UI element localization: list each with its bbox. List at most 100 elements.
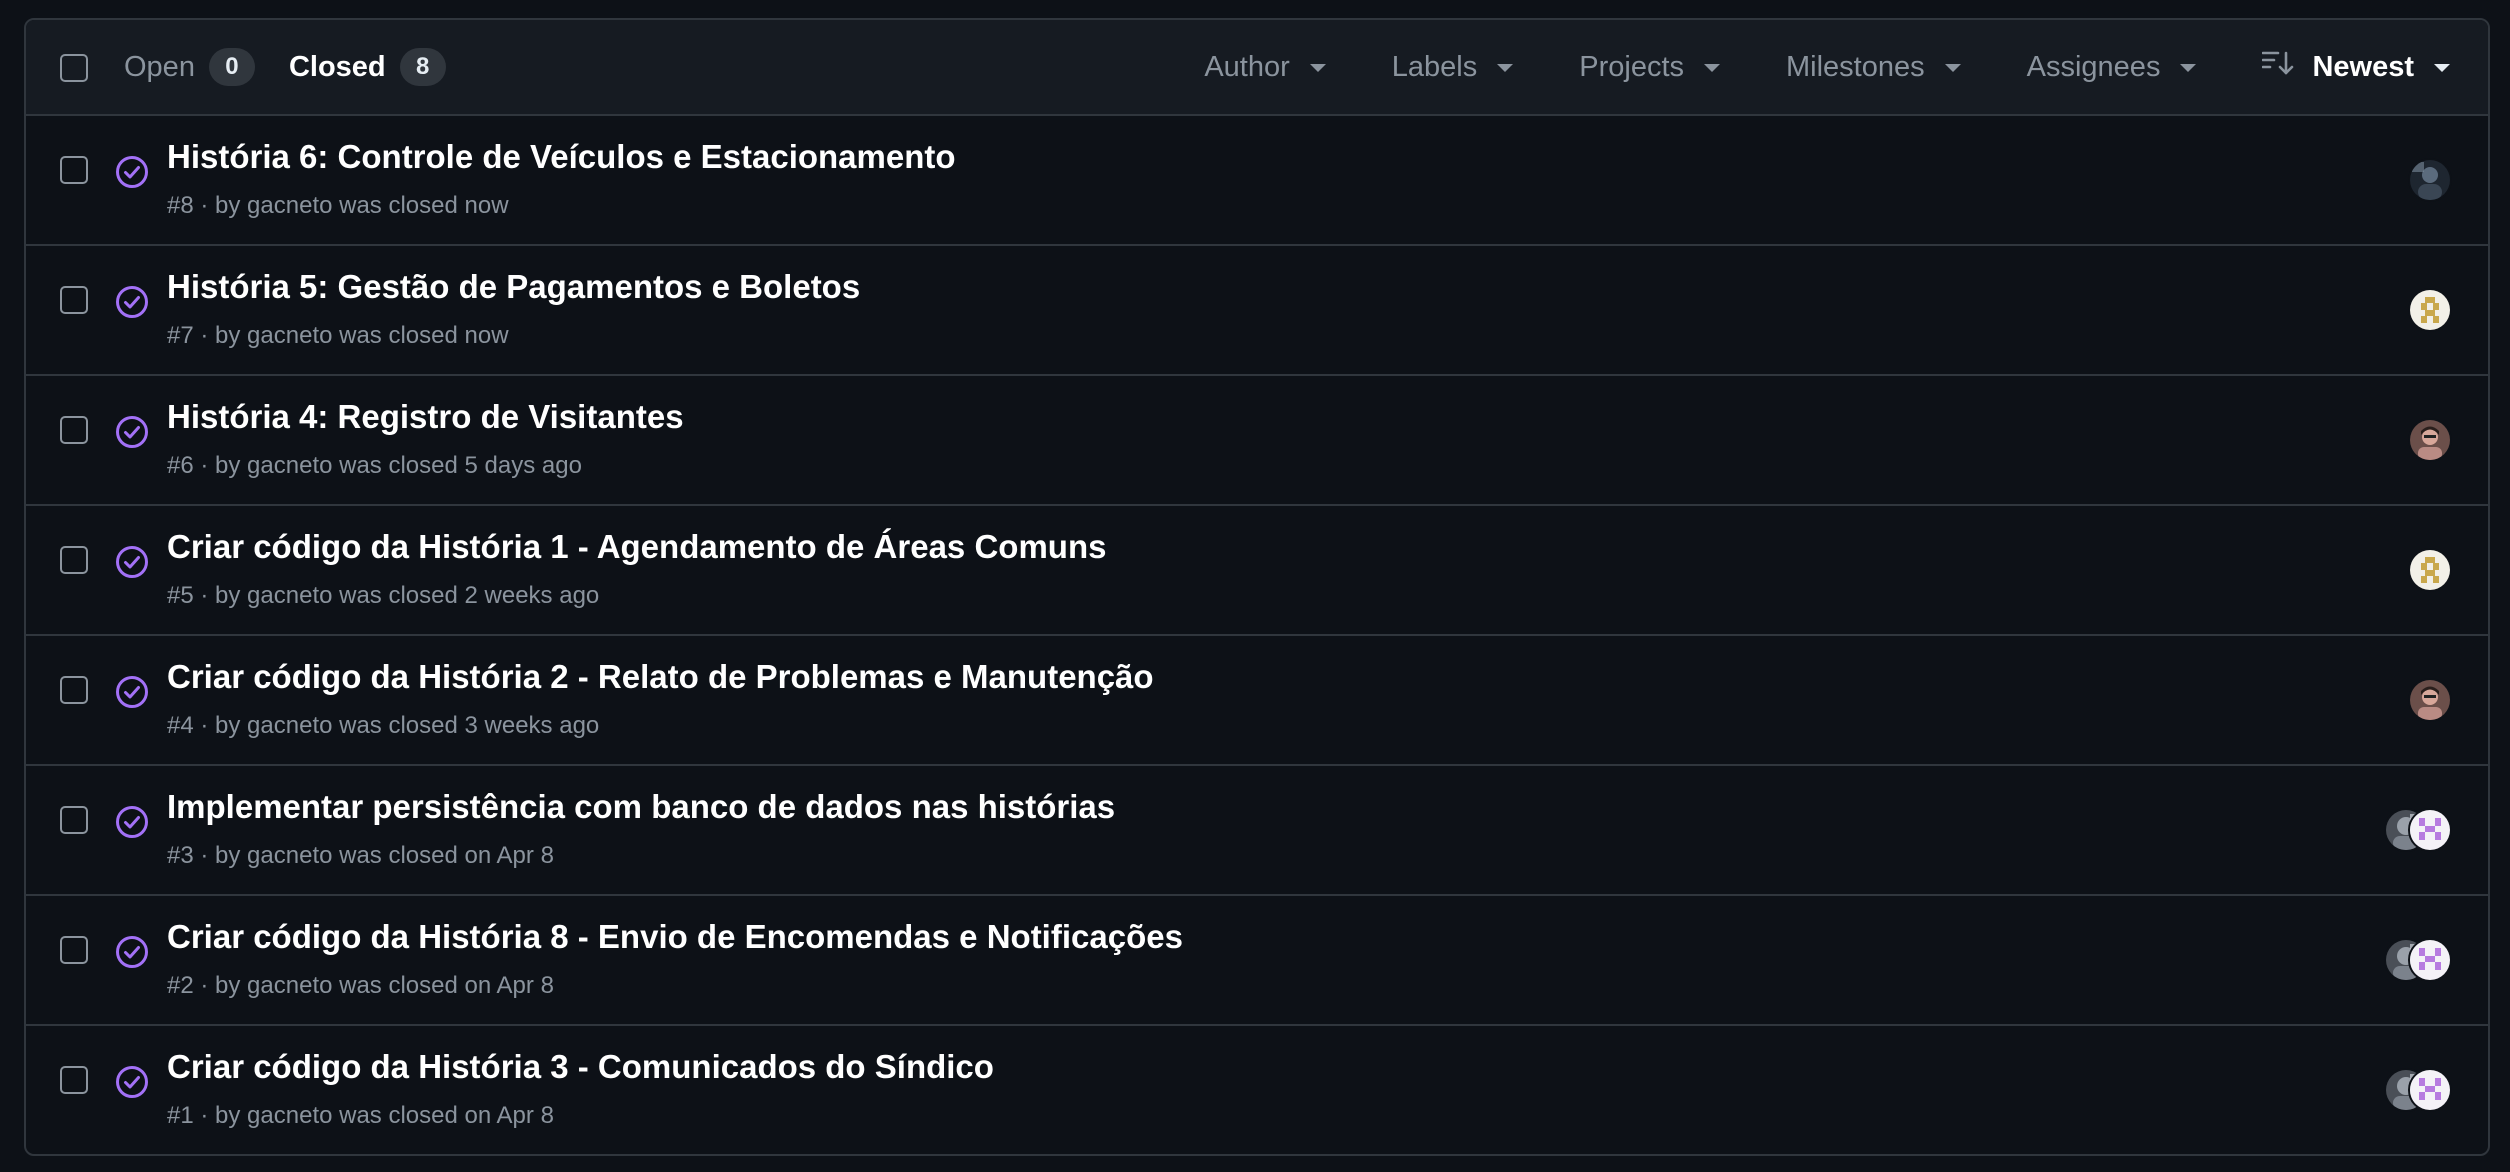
identicon-gold-avatar[interactable]	[2408, 548, 2452, 592]
milestones-filter-label: Milestones	[1786, 50, 1925, 83]
issue-checkbox[interactable]	[60, 156, 88, 184]
issues-list-header: Open 0 Closed 8 Author Labels Projects M…	[26, 20, 2488, 116]
assignee-avatars	[2408, 418, 2452, 462]
issue-title-link[interactable]: Criar código da História 2 - Relato de P…	[167, 658, 1154, 696]
issue-meta: #6 · by gacneto was closed 5 days ago	[167, 452, 582, 480]
issue-closed-icon	[114, 804, 150, 840]
issue-meta: #2 · by gacneto was closed on Apr 8	[167, 972, 554, 1000]
caret-down-icon	[1704, 64, 1721, 72]
issue-meta: #8 · by gacneto was closed now	[167, 192, 509, 220]
identicon-purple-avatar[interactable]	[2408, 938, 2452, 982]
issue-meta: #4 · by gacneto was closed 3 weeks ago	[167, 712, 599, 740]
issue-meta-separator: · by	[193, 192, 248, 219]
caret-down-icon	[2180, 64, 2197, 72]
issue-row: História 4: Registro de Visitantes #6 · …	[26, 376, 2488, 506]
issue-meta-separator: · by	[193, 712, 248, 739]
assignee-avatars	[2408, 678, 2452, 722]
issue-title-link[interactable]: Criar código da História 1 - Agendamento…	[167, 528, 1106, 566]
issue-author-link[interactable]: gacneto	[247, 192, 332, 219]
issue-author-link[interactable]: gacneto	[247, 712, 332, 739]
issue-title-link[interactable]: História 5: Gestão de Pagamentos e Bolet…	[167, 268, 860, 306]
issue-title-link[interactable]: Implementar persistência com banco de da…	[167, 788, 1115, 826]
issue-closed-time: was closed on Apr 8	[332, 842, 554, 869]
person-photo-avatar[interactable]	[2408, 678, 2452, 722]
issue-meta: #1 · by gacneto was closed on Apr 8	[167, 1102, 554, 1130]
issue-title-link[interactable]: Criar código da História 8 - Envio de En…	[167, 918, 1183, 956]
sort-label: Newest	[2312, 50, 2414, 83]
assignee-avatars	[2408, 288, 2452, 332]
issue-number: #7	[167, 322, 194, 349]
issue-closed-icon	[114, 284, 150, 320]
issue-number: #4	[167, 712, 194, 739]
assignees-filter-dropdown[interactable]: Assignees	[2027, 51, 2197, 84]
issue-closed-time: was closed on Apr 8	[332, 1102, 554, 1129]
open-issues-tab[interactable]: Open 0	[124, 48, 255, 86]
assignee-avatars	[2384, 1068, 2452, 1112]
issue-row: História 5: Gestão de Pagamentos e Bolet…	[26, 246, 2488, 376]
issue-title-link[interactable]: História 4: Registro de Visitantes	[167, 398, 684, 436]
issue-author-link[interactable]: gacneto	[247, 452, 332, 479]
state-tabs: Open 0 Closed 8	[124, 20, 480, 114]
labels-filter-label: Labels	[1391, 50, 1478, 83]
issue-closed-icon	[114, 154, 150, 190]
issue-author-link[interactable]: gacneto	[247, 322, 332, 349]
issue-closed-time: was closed on Apr 8	[332, 972, 554, 999]
issue-closed-icon	[114, 1064, 150, 1100]
sort-dropdown[interactable]: Newest	[2262, 50, 2450, 84]
issue-number: #2	[167, 972, 194, 999]
issue-row: Criar código da História 8 - Envio de En…	[26, 896, 2488, 1026]
issue-title-link[interactable]: Criar código da História 3 - Comunicados…	[167, 1048, 994, 1086]
assignee-avatars	[2384, 808, 2452, 852]
issue-meta: #5 · by gacneto was closed 2 weeks ago	[167, 582, 599, 610]
identicon-purple-avatar[interactable]	[2408, 808, 2452, 852]
issue-number: #5	[167, 582, 194, 609]
issue-title-link[interactable]: História 6: Controle de Veículos e Estac…	[167, 138, 956, 176]
issue-checkbox[interactable]	[60, 286, 88, 314]
issue-checkbox[interactable]	[60, 546, 88, 574]
open-count-badge: 0	[208, 48, 255, 86]
closed-count-badge: 8	[399, 48, 446, 86]
issue-meta-separator: · by	[193, 582, 248, 609]
milestones-filter-dropdown[interactable]: Milestones	[1786, 51, 1961, 84]
issue-closed-icon	[114, 934, 150, 970]
issue-author-link[interactable]: gacneto	[247, 582, 332, 609]
issue-closed-time: was closed 5 days ago	[332, 452, 582, 479]
closed-label: Closed	[288, 50, 386, 83]
issue-checkbox[interactable]	[60, 676, 88, 704]
issue-checkbox[interactable]	[60, 416, 88, 444]
projects-filter-dropdown[interactable]: Projects	[1579, 51, 1721, 84]
issue-row: Criar código da História 1 - Agendamento…	[26, 506, 2488, 636]
issue-number: #6	[167, 452, 194, 479]
issues-list: História 6: Controle de Veículos e Estac…	[26, 116, 2488, 1154]
issue-author-link[interactable]: gacneto	[247, 842, 332, 869]
issue-number: #1	[167, 1102, 194, 1129]
issue-meta-separator: · by	[193, 972, 248, 999]
dark-photo-avatar[interactable]	[2408, 158, 2452, 202]
filter-bar: Author Labels Projects Milestones Assign…	[1138, 20, 2450, 114]
issue-author-link[interactable]: gacneto	[247, 1102, 332, 1129]
closed-issues-tab[interactable]: Closed 8	[289, 48, 446, 86]
select-all-checkbox[interactable]	[60, 54, 88, 82]
issue-meta: #3 · by gacneto was closed on Apr 8	[167, 842, 554, 870]
identicon-purple-avatar[interactable]	[2408, 1068, 2452, 1112]
issue-meta-separator: · by	[193, 452, 248, 479]
issue-meta-separator: · by	[193, 842, 248, 869]
identicon-gold-avatar[interactable]	[2408, 288, 2452, 332]
author-filter-dropdown[interactable]: Author	[1204, 51, 1326, 84]
issues-list-box: Open 0 Closed 8 Author Labels Projects M…	[24, 18, 2490, 1156]
issue-closed-time: was closed 2 weeks ago	[332, 582, 600, 609]
caret-down-icon	[2434, 64, 2450, 72]
issue-number: #8	[167, 192, 194, 219]
issue-meta-separator: · by	[193, 1102, 248, 1129]
issue-checkbox[interactable]	[60, 936, 88, 964]
issue-row: Criar código da História 3 - Comunicados…	[26, 1026, 2488, 1154]
labels-filter-dropdown[interactable]: Labels	[1391, 50, 1514, 84]
issue-checkbox[interactable]	[60, 1066, 88, 1094]
issue-checkbox[interactable]	[60, 806, 88, 834]
issue-closed-icon	[114, 544, 150, 580]
caret-down-icon	[1309, 64, 1326, 72]
issue-author-link[interactable]: gacneto	[247, 972, 332, 999]
person-photo-avatar[interactable]	[2408, 418, 2452, 462]
issue-closed-time: was closed 3 weeks ago	[332, 712, 600, 739]
issue-closed-icon	[114, 414, 150, 450]
